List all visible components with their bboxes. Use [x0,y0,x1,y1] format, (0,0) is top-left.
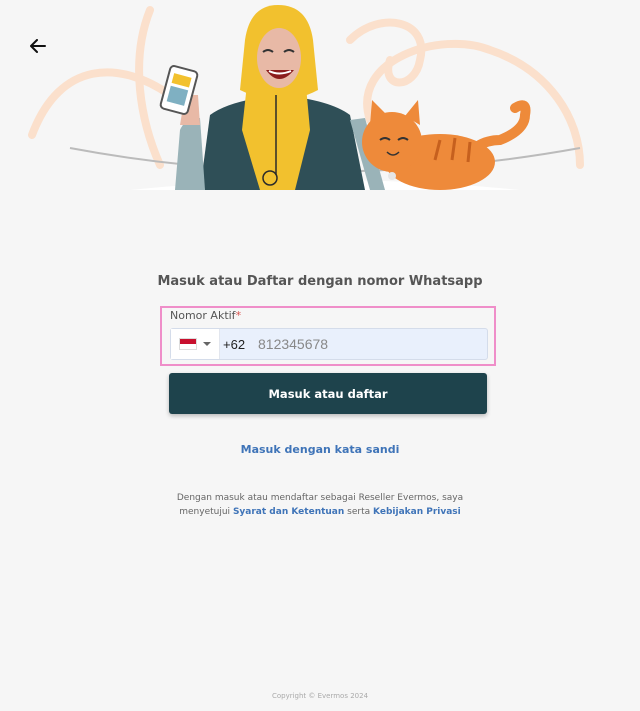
hero-illustration [28,5,584,190]
page-title: Masuk atau Daftar dengan nomor Whatsapp [157,274,483,289]
indonesia-flag-icon [179,338,197,350]
terms-line-1: Dengan masuk atau mendaftar sebagai Rese… [176,493,464,503]
terms-notice: Dengan masuk atau mendaftar sebagai Rese… [0,491,640,519]
terms-prefix: menyetujui [179,507,231,517]
terms-connector: serta [347,507,371,517]
login-with-password-link[interactable]: Masuk dengan kata sandi [0,443,640,456]
chevron-down-icon [203,342,211,346]
required-mark: * [235,309,242,322]
phone-field-label: Nomor Aktif* [170,309,241,322]
privacy-policy-link[interactable]: Kebijakan Privasi [373,507,461,517]
phone-field-group: Nomor Aktif* +62 [160,306,496,366]
phone-input-row: +62 [170,328,488,360]
login-register-button[interactable]: Masuk atau daftar [169,373,487,414]
dial-code: +62 [223,336,246,352]
country-code-dropdown[interactable] [171,329,220,359]
copyright-text: Copyright © Evermos 2024 [271,692,369,700]
phone-number-input[interactable] [253,329,487,359]
phone-field-label-text: Nomor Aktif [170,309,236,322]
terms-and-conditions-link[interactable]: Syarat dan Ketentuan [233,507,344,517]
